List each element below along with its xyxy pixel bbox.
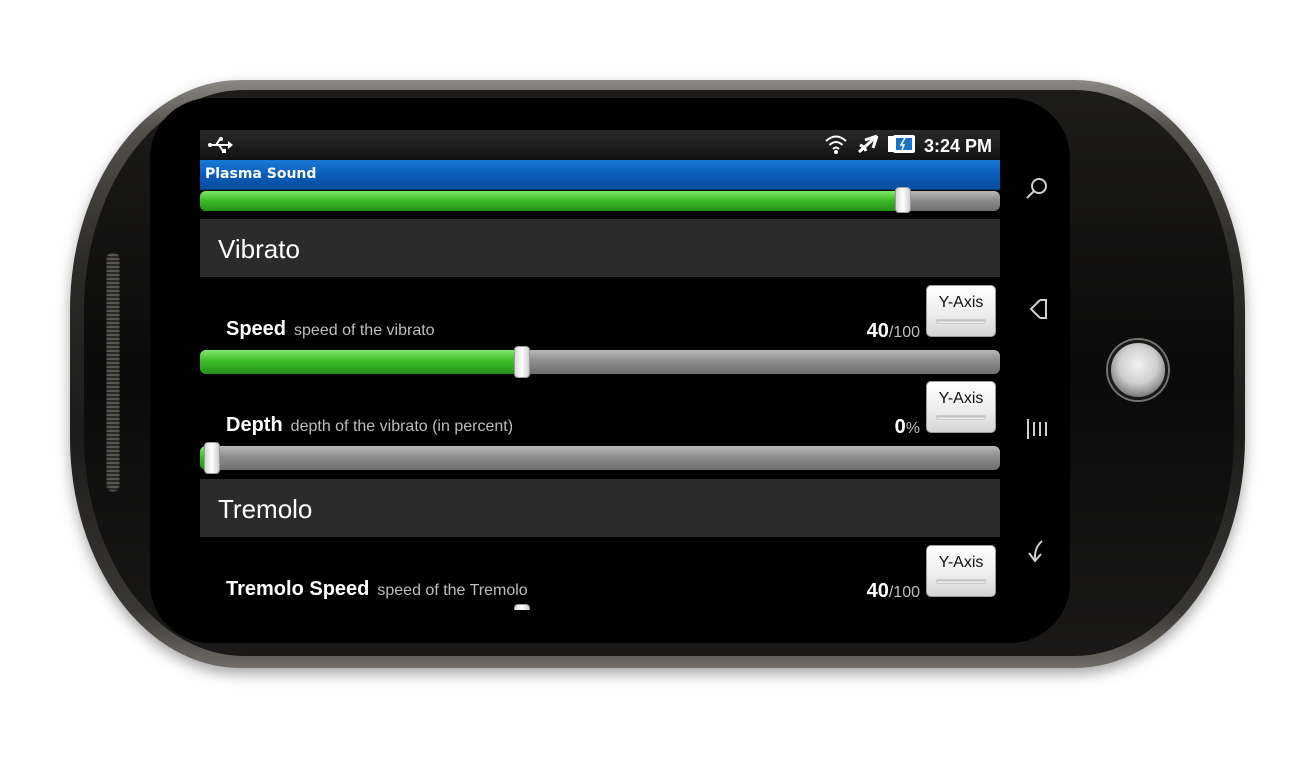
depth-slider-track[interactable] [200,446,1000,470]
tremolo-speed-pref-title: Tremolo Speed speed of the Tremolo [226,578,528,600]
depth-pref-title: Depth depth of the vibrato (in percent) [226,414,514,436]
usb-icon [208,135,234,159]
menu-key-icon[interactable] [1016,408,1058,450]
status-bar: 3:24 PM [200,130,1000,160]
section-title: Tremolo [218,494,313,524]
depth-slider-thumb[interactable] [204,442,220,474]
preference-list: Vibrato Y-Axis Speed speed of the vibrato… [200,187,1000,610]
speed-slider-fill [200,350,523,374]
app-title: Plasma Sound [205,166,317,182]
home-key-icon[interactable] [1016,288,1058,330]
section-header-tremolo: Tremolo [200,479,1000,537]
speaker-grille [106,252,120,492]
section-title: Vibrato [218,234,300,264]
app-title-bar: Plasma Sound [200,160,1000,190]
depth-value: 0% [894,416,920,438]
section-header-vibrato: Vibrato [200,219,1000,277]
depth-y-axis-button[interactable]: Y-Axis [926,381,996,433]
depth-pref-summary: depth of the vibrato (in percent) [290,418,514,435]
wifi-icon [824,133,848,159]
top-slider-thumb[interactable] [894,187,911,213]
battery-icon [887,134,916,158]
screen: 3:24 PM Plasma Sound Vibrato Y-Axis Spee… [200,130,1000,610]
back-key-icon[interactable] [1016,530,1058,572]
speed-slider-track[interactable] [200,350,1000,374]
search-key-icon[interactable] [1016,168,1058,210]
speed-y-axis-button[interactable]: Y-Axis [926,285,996,337]
tremolo-speed-pref-summary: speed of the Tremolo [377,582,528,599]
trackball[interactable] [1108,340,1168,400]
speed-value: 40/100 [866,320,920,342]
top-slider-fill [200,191,903,211]
tremolo-speed-value: 40/100 [866,580,920,602]
tremolo-speed-y-axis-button[interactable]: Y-Axis [926,545,996,597]
top-slider-track[interactable] [200,191,1000,211]
status-clock: 3:24 PM [923,135,992,156]
speed-pref-summary: speed of the vibrato [294,322,435,339]
airplane-mode-icon [856,133,880,159]
tremolo-speed-slider-thumb[interactable] [514,604,531,610]
speed-pref-title: Speed speed of the vibrato [226,318,435,340]
speed-slider-thumb[interactable] [514,346,531,378]
